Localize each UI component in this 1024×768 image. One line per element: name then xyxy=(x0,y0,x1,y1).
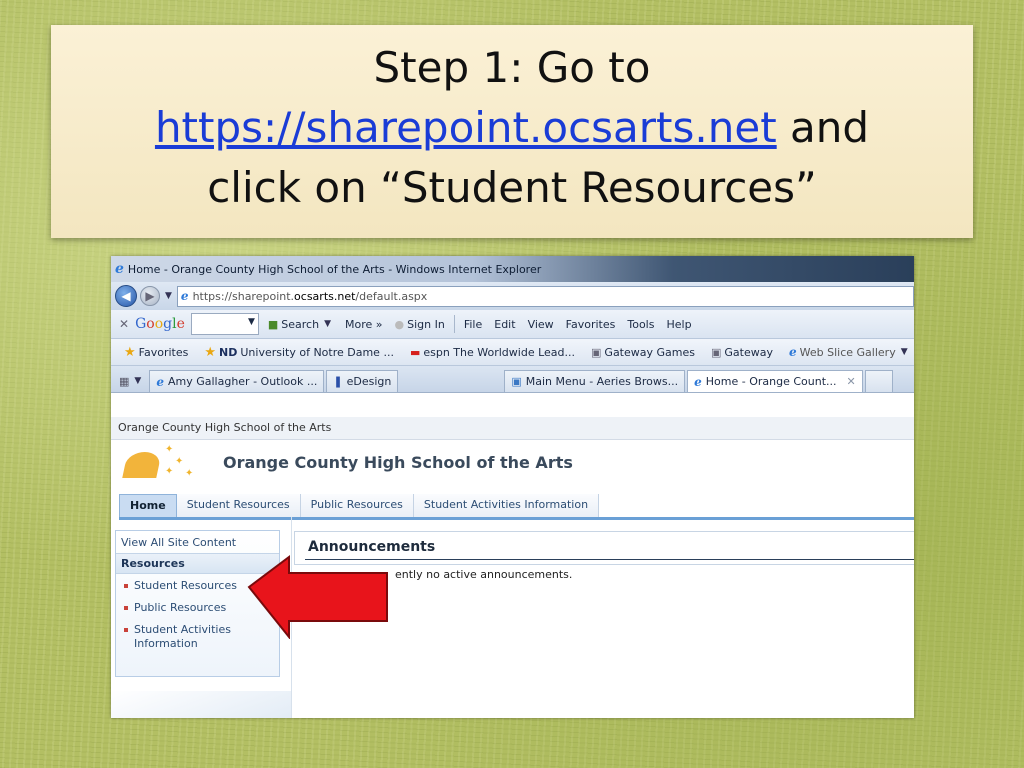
top-navigation: Home Student Resources Public Resources … xyxy=(119,494,914,520)
search-icon: ■ xyxy=(267,317,279,331)
breadcrumb[interactable]: Orange County High School of the Arts xyxy=(111,417,914,440)
star-icon: ★ xyxy=(124,344,136,360)
bullet-icon xyxy=(124,584,128,588)
sharepoint-link[interactable]: https://sharepoint.ocsarts.net xyxy=(155,103,777,152)
tab-aeries[interactable]: ▣ Main Menu - Aeries Brows... xyxy=(504,370,686,392)
espn-icon: ▬ xyxy=(409,345,421,359)
view-all-site-content-link[interactable]: View All Site Content xyxy=(116,531,279,549)
window-titlebar: e Home - Orange County High School of th… xyxy=(111,256,914,282)
google-more-button[interactable]: More » xyxy=(342,318,386,331)
edesign-icon: ❚ xyxy=(333,375,343,388)
favorite-espn[interactable]: ▬ espn The Worldwide Lead... xyxy=(407,346,578,359)
browser-screenshot: e Home - Orange County High School of th… xyxy=(111,256,914,718)
google-search-button[interactable]: ■ Search ▼ xyxy=(265,318,336,331)
ie-logo-icon: e xyxy=(115,261,124,277)
slide-title-line2: https://sharepoint.ocsarts.net and xyxy=(51,98,973,158)
new-tab-button[interactable] xyxy=(864,370,893,392)
favorites-bar: ★ Favorites ★ ND University of Notre Dame .… xyxy=(111,339,914,366)
ie-logo-icon: e xyxy=(156,374,164,389)
back-arrow-icon[interactable]: ◀ xyxy=(115,285,137,307)
ie-logo-icon: e xyxy=(789,345,797,359)
menu-tools[interactable]: Tools xyxy=(624,318,657,331)
address-input[interactable]: e https://sharepoint.ocsarts.net/default… xyxy=(176,285,914,307)
slide-title-line1: Step 1: Go to xyxy=(51,38,973,98)
window-title: Home - Orange County High School of the … xyxy=(127,262,542,276)
page-ie-icon: e xyxy=(180,289,189,303)
page-icon: ▣ xyxy=(591,345,602,359)
chevron-down-icon: ▼ xyxy=(900,347,908,357)
history-dropdown-icon[interactable]: ▼ xyxy=(165,291,172,301)
chevron-down-icon: ▼ xyxy=(247,317,255,327)
quick-tabs-icon[interactable]: ▦ ▼ xyxy=(115,370,147,392)
menu-file[interactable]: File xyxy=(461,318,485,331)
menu-help[interactable]: Help xyxy=(663,318,694,331)
google-signin-button[interactable]: ● Sign In xyxy=(392,318,448,331)
tab-bar: ▦ ▼ e Amy Gallagher - Outlook ... ❚ eDesig… xyxy=(111,366,914,393)
ie-logo-icon: e xyxy=(694,374,702,389)
sharepoint-page: Orange County High School of the Arts ✦ … xyxy=(111,417,914,718)
aeries-icon: ▣ xyxy=(511,375,522,388)
forward-arrow-icon[interactable]: ▶ xyxy=(140,286,160,306)
slide-title-line3: click on “Student Resources” xyxy=(207,163,817,212)
tab-outlook[interactable]: e Amy Gallagher - Outlook ... xyxy=(149,370,325,392)
bullet-icon xyxy=(124,606,128,610)
tab-home-orange-county[interactable]: e Home - Orange Count... ✕ xyxy=(687,370,863,392)
title-text: Step 1: Go to xyxy=(373,43,651,92)
announcements-title[interactable]: Announcements xyxy=(308,539,435,555)
google-search-input[interactable]: ▼ xyxy=(190,313,259,335)
signin-icon: ● xyxy=(394,317,405,331)
close-toolbar-icon[interactable]: ✕ xyxy=(119,317,129,331)
google-logo: Google xyxy=(135,316,185,332)
school-logo: ✦ ✦ ✦ ✦ xyxy=(122,440,211,484)
nav-public-resources[interactable]: Public Resources xyxy=(300,494,414,517)
close-icon[interactable]: ✕ xyxy=(847,375,856,388)
address-bar-row: ◀ ▶ ▼ e https://sharepoint.ocsarts.net/d… xyxy=(111,282,914,310)
favorite-web-slice-gallery[interactable]: e Web Slice Gallery ▼ xyxy=(786,345,913,359)
bullet-icon xyxy=(124,628,128,632)
site-title: Orange County High School of the Arts xyxy=(223,452,573,472)
toolbar-separator xyxy=(453,315,455,333)
menu-favorites[interactable]: Favorites xyxy=(563,318,619,331)
favorite-gateway-games[interactable]: ▣ Gateway Games xyxy=(588,346,698,359)
nav-student-activities[interactable]: Student Activities Information xyxy=(413,494,600,517)
announcements-underline xyxy=(305,559,914,560)
favorites-button[interactable]: ★ Favorites xyxy=(121,345,191,360)
sidebar-footer xyxy=(111,691,291,718)
nav-home[interactable]: Home xyxy=(119,494,177,517)
nav-student-resources[interactable]: Student Resources xyxy=(176,494,301,517)
page-icon: ▣ xyxy=(711,345,722,359)
nd-logo-icon: ND xyxy=(219,345,238,359)
title-text-and: and xyxy=(776,103,870,152)
menu-view[interactable]: View xyxy=(525,318,557,331)
slide-title: Step 1: Go to https://sharepoint.ocsarts… xyxy=(51,25,973,238)
favorite-notre-dame[interactable]: ★ ND University of Notre Dame ... xyxy=(201,345,397,360)
add-favorite-icon: ★ xyxy=(204,344,217,360)
google-toolbar: ✕ Google ▼ ■ Search ▼ More » ● Sign In File… xyxy=(111,310,914,339)
site-header: ✦ ✦ ✦ ✦ Orange County High School of the… xyxy=(111,440,914,484)
red-arrow-icon xyxy=(247,555,388,639)
favorite-gateway[interactable]: ▣ Gateway xyxy=(708,346,776,359)
address-text: https://sharepoint.ocsarts.net/default.a… xyxy=(192,289,428,303)
announcements-text: ently no active announcements. xyxy=(395,568,573,581)
menu-edit[interactable]: Edit xyxy=(491,318,518,331)
tab-edesign[interactable]: ❚ eDesign xyxy=(326,370,399,392)
